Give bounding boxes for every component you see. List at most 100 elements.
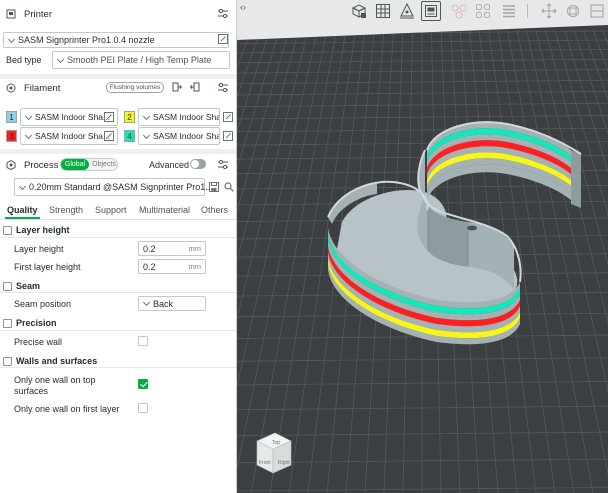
remove-filament-icon[interactable] [190, 82, 200, 92]
scale-icon[interactable] [587, 1, 607, 21]
printer-select[interactable]: SASM Signprinter Pro1 0.4 nozzle [3, 32, 229, 48]
add-filament-icon[interactable] [172, 82, 182, 92]
one-wall-top-label-cont: surfaces [14, 386, 49, 396]
objects-toggle-option[interactable]: Objects [90, 159, 118, 170]
first-layer-height-label: First layer height [14, 262, 81, 272]
printer-section-header[interactable]: Printer [0, 3, 236, 25]
search-icon[interactable] [224, 182, 234, 192]
precision-icon [3, 318, 12, 328]
precise-wall-label: Precise wall [14, 337, 63, 347]
layer-height-icon [3, 225, 12, 235]
edit-printer-icon[interactable] [218, 34, 228, 44]
chevron-down-icon [24, 131, 33, 139]
filament-2-select[interactable]: SASM Indoor Sha... [138, 108, 220, 126]
edit-filament-1-icon[interactable] [104, 112, 114, 122]
orient-icon[interactable] [397, 1, 417, 21]
tab-strength[interactable]: Strength [49, 205, 83, 215]
seam-position-label: Seam position [14, 299, 72, 309]
seam-position-select[interactable]: Back [138, 296, 206, 311]
one-wall-top-checkbox[interactable] [138, 379, 148, 389]
filament-2-name: SASM Indoor Sha... [153, 112, 220, 122]
divider [0, 367, 236, 368]
filament-1-name: SASM Indoor Sha... [35, 112, 111, 122]
divider [0, 330, 236, 331]
filament-icon [6, 83, 16, 93]
layer-height-input[interactable]: 0.2 mm [138, 241, 206, 256]
tab-divider [0, 219, 236, 220]
view-cube[interactable]: Top Front Right [256, 432, 292, 474]
layout-icon[interactable] [421, 1, 441, 21]
filament-2-number: 2 [124, 111, 135, 123]
advanced-label: Advanced [149, 160, 190, 170]
printer-name: SASM Signprinter Pro1 0.4 nozzle [18, 35, 155, 45]
edit-filament-3-icon[interactable] [104, 131, 114, 141]
process-preset-name: 0.20mm Standard @SASM Signprinter Pro1..… [29, 182, 213, 192]
save-preset-icon[interactable] [209, 182, 219, 192]
chevron-down-icon [142, 131, 151, 139]
filament-section-title: Filament [24, 82, 61, 94]
split-parts-icon[interactable] [473, 1, 493, 21]
bed-type-value: Smooth PEI Plate / High Temp Plate [67, 55, 212, 65]
seam-position-value: Back [153, 298, 174, 309]
bed-type-label: Bed type [6, 55, 42, 65]
model-hole [467, 225, 477, 231]
edit-filament-4-icon[interactable] [223, 131, 233, 141]
seam-group-title: Seam [16, 281, 41, 291]
precision-group-title: Precision [16, 318, 57, 328]
first-layer-height-value: 0.2 [143, 261, 156, 272]
layer-height-group: Layer height [3, 225, 70, 235]
bed-type-select[interactable]: Smooth PEI Plate / High Temp Plate [52, 51, 230, 69]
tab-quality[interactable]: Quality [7, 205, 38, 215]
process-icon [6, 160, 16, 170]
first-layer-height-input[interactable]: 0.2 mm [138, 259, 206, 274]
add-model-icon[interactable] [349, 1, 369, 21]
process-settings-icon[interactable] [217, 159, 229, 171]
settings-panel: Printer SASM Signprinter Pro1 0.4 nozzle… [0, 0, 237, 493]
filament-4-name: SASM Indoor Sha... [153, 131, 220, 141]
process-section-title: Process [24, 159, 59, 171]
seam-group: Seam [3, 281, 40, 291]
collapse-sidebar-icon[interactable]: ‹› [240, 2, 246, 12]
tab-support[interactable]: Support [95, 205, 127, 215]
printer-settings-icon[interactable] [217, 8, 229, 20]
global-objects-toggle[interactable]: Global Objects [60, 158, 118, 171]
3d-viewport[interactable]: Top Front Right ‹› [237, 0, 608, 493]
walls-surfaces-group: Walls and surfaces [3, 356, 97, 366]
one-wall-first-layer-label: Only one wall on first layer [14, 404, 120, 414]
layer-height-group-title: Layer height [16, 225, 70, 235]
filament-3-number: 3 [6, 130, 17, 142]
view-cube-top-label: Top [272, 440, 280, 446]
toolbar-divider [527, 4, 528, 18]
divider [0, 292, 236, 293]
tab-others[interactable]: Others [201, 205, 228, 215]
variable-layer-height-icon[interactable] [499, 1, 519, 21]
tab-multimaterial[interactable]: Multimaterial [139, 205, 190, 215]
one-wall-first-layer-checkbox[interactable] [138, 403, 148, 413]
walls-surfaces-group-title: Walls and surfaces [16, 356, 98, 366]
chevron-down-icon [24, 112, 33, 120]
rotate-icon[interactable] [563, 1, 583, 21]
layer-height-label: Layer height [14, 244, 64, 254]
edit-filament-2-icon[interactable] [223, 112, 233, 122]
filament-4-select[interactable]: SASM Indoor Sha... [138, 127, 220, 145]
build-plate-scene[interactable]: Top Front Right [237, 0, 608, 493]
filament-4-number: 4 [124, 130, 135, 142]
precision-group: Precision [3, 318, 57, 328]
filament-3-name: SASM Indoor Sha... [35, 131, 111, 141]
view-cube-right-label: Right [278, 460, 290, 466]
filament-settings-icon[interactable] [217, 82, 229, 94]
split-objects-icon[interactable] [449, 1, 469, 21]
layer-height-unit: mm [188, 244, 202, 253]
global-toggle-option[interactable]: Global [61, 159, 89, 170]
grid-arrange-icon[interactable] [373, 1, 393, 21]
move-icon[interactable] [539, 1, 559, 21]
advanced-toggle[interactable] [190, 159, 206, 169]
process-preset-select[interactable]: 0.20mm Standard @SASM Signprinter Pro1..… [14, 178, 213, 196]
precise-wall-checkbox[interactable] [138, 336, 148, 346]
filament-1-number: 1 [6, 111, 17, 123]
divider [0, 237, 236, 238]
toggle-knob [191, 160, 199, 168]
flushing-volumes-button[interactable]: Flushing volumes [106, 82, 164, 93]
chevron-down-icon [56, 55, 65, 63]
one-wall-top-label: Only one wall on top [14, 375, 96, 385]
